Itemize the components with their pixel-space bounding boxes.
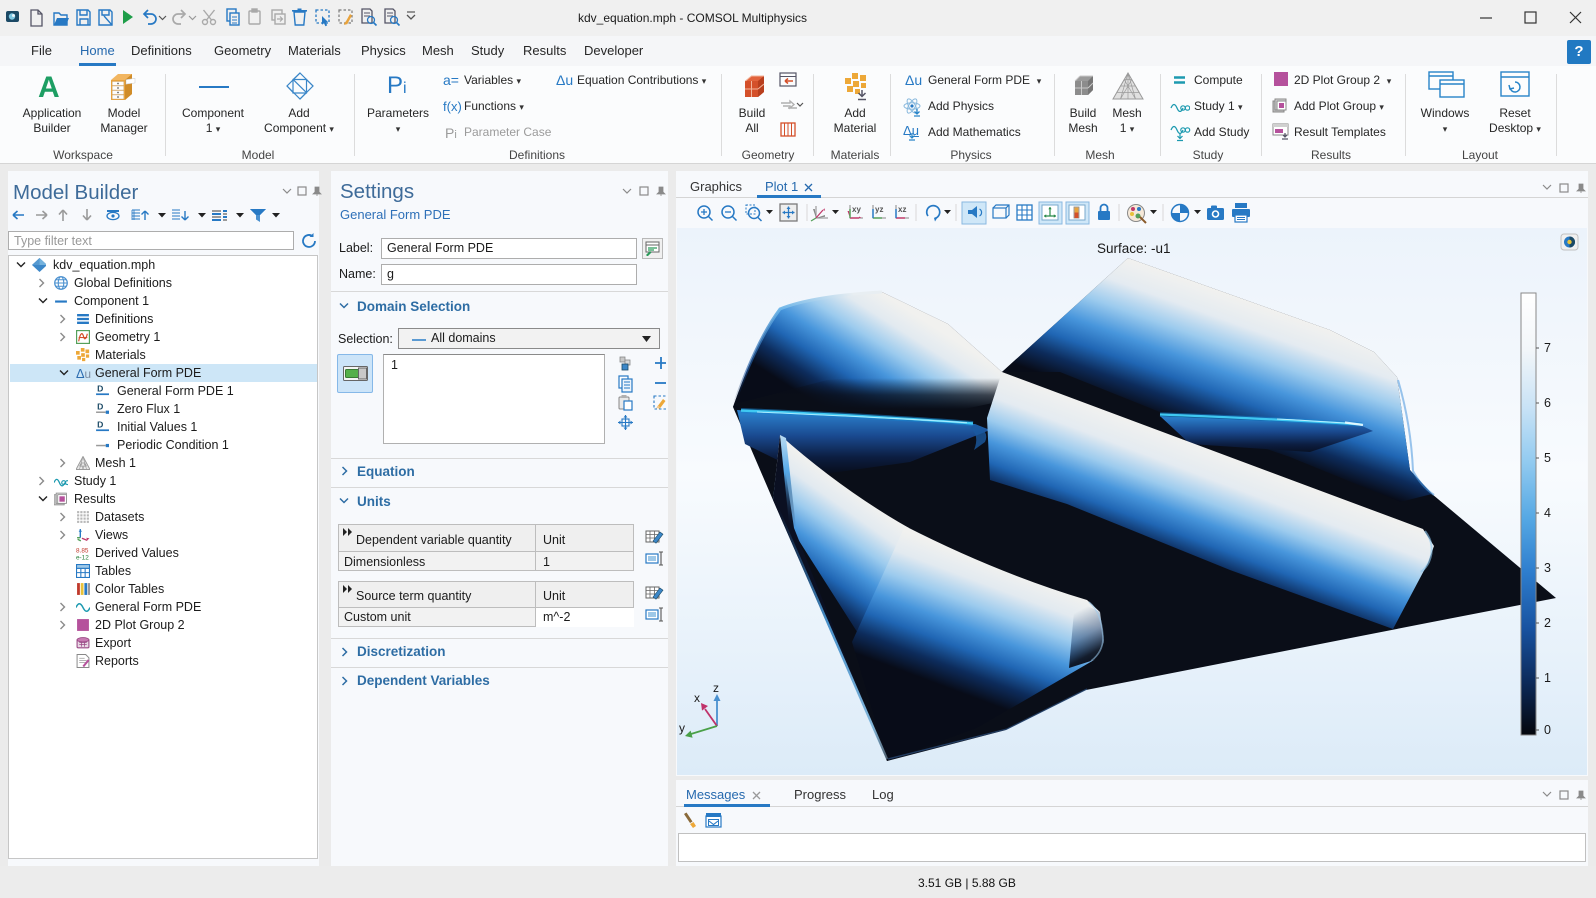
- svg-text:4: 4: [1544, 506, 1551, 520]
- svg-text:u: u: [85, 368, 92, 380]
- svg-text:y: y: [679, 721, 685, 735]
- svg-text:D: D: [97, 402, 103, 412]
- svg-text:yz: yz: [875, 205, 883, 214]
- svg-text:1: 1: [1544, 671, 1551, 685]
- svg-text:xz: xz: [898, 205, 906, 214]
- svg-text:3: 3: [1544, 561, 1551, 575]
- svg-text:z: z: [713, 681, 719, 695]
- svg-text:6: 6: [1544, 396, 1551, 410]
- svg-text:e-12: e-12: [76, 554, 89, 560]
- svg-text:D: D: [97, 420, 103, 430]
- svg-text:7: 7: [1544, 341, 1551, 355]
- svg-text:D: D: [97, 384, 103, 394]
- svg-text:x: x: [694, 691, 700, 705]
- svg-text:5: 5: [1544, 451, 1551, 465]
- svg-text:xy: xy: [852, 205, 861, 214]
- svg-text:0: 0: [1544, 723, 1551, 737]
- svg-text:Surface: -u1: Surface: -u1: [1097, 241, 1171, 256]
- svg-text:2: 2: [1544, 616, 1551, 630]
